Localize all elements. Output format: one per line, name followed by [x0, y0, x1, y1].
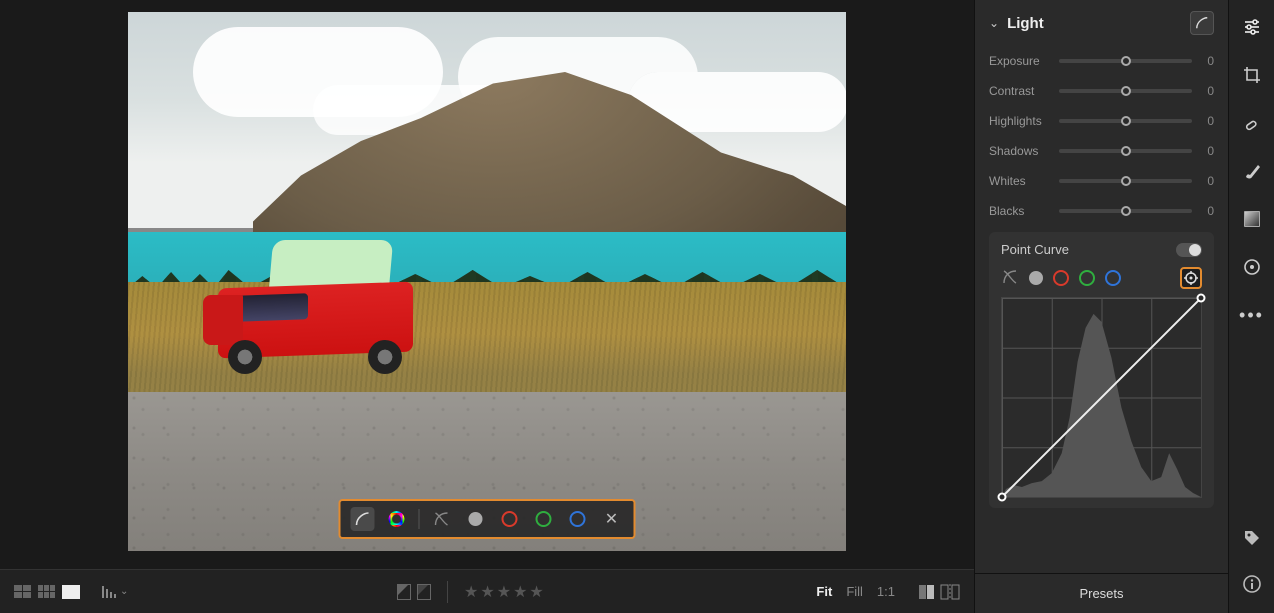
red-channel-button[interactable] — [498, 507, 522, 531]
grid-large-view-button[interactable] — [14, 585, 32, 599]
linear-gradient-icon[interactable] — [1241, 208, 1263, 230]
healing-brush-icon[interactable] — [1241, 112, 1263, 134]
hue-mode-button[interactable] — [385, 507, 409, 531]
shadows-slider-row: Shadows 0 — [989, 136, 1214, 166]
highlights-slider-row: Highlights 0 — [989, 106, 1214, 136]
footer-bar: ⌄ ★★★★★ Fit Fill 1:1 — [0, 569, 974, 613]
close-overlay-button[interactable]: ✕ — [600, 507, 624, 531]
zoom-fit-button[interactable]: Fit — [812, 582, 836, 601]
whites-slider[interactable] — [1059, 179, 1192, 183]
tone-curve-mode-button[interactable] — [351, 507, 375, 531]
green-channel-button[interactable] — [1079, 270, 1095, 286]
curve-target-overlay: ✕ — [339, 499, 636, 539]
exposure-slider[interactable] — [1059, 59, 1192, 63]
edit-sliders-icon[interactable] — [1241, 16, 1263, 38]
flag-reject-button[interactable] — [417, 584, 431, 600]
blacks-slider-row: Blacks 0 — [989, 196, 1214, 226]
photo: ✕ — [128, 12, 846, 551]
shadows-slider[interactable] — [1059, 149, 1192, 153]
brush-icon[interactable] — [1241, 160, 1263, 182]
sort-button[interactable]: ⌄ — [102, 586, 128, 598]
target-adjustment-button[interactable] — [1180, 267, 1202, 289]
zoom-fill-button[interactable]: Fill — [842, 582, 867, 601]
highlights-slider[interactable] — [1059, 119, 1192, 123]
tone-curve-toggle-button[interactable] — [1190, 11, 1214, 35]
parametric-channel-button[interactable] — [430, 507, 454, 531]
contrast-slider-row: Contrast 0 — [989, 76, 1214, 106]
zoom-1to1-button[interactable]: 1:1 — [873, 582, 899, 601]
exposure-slider-row: Exposure 0 — [989, 46, 1214, 76]
light-section-title: Light — [1007, 15, 1044, 32]
blacks-slider[interactable] — [1059, 209, 1192, 213]
blue-channel-button[interactable] — [1105, 270, 1121, 286]
more-tools-icon[interactable]: ••• — [1241, 304, 1263, 326]
before-after-button[interactable] — [919, 585, 934, 599]
whites-slider-row: Whites 0 — [989, 166, 1214, 196]
parametric-channel-button[interactable] — [1001, 268, 1019, 289]
info-icon[interactable] — [1241, 573, 1263, 595]
contrast-slider[interactable] — [1059, 89, 1192, 93]
edit-panel: ⌄ Light Exposure 0 Contrast 0 Highlights… — [974, 0, 1228, 613]
point-curve-title: Point Curve — [1001, 242, 1069, 257]
tone-curve-editor[interactable] — [1001, 297, 1202, 498]
star-rating[interactable]: ★★★★★ — [464, 582, 544, 602]
green-channel-button[interactable] — [532, 507, 556, 531]
light-section-header[interactable]: ⌄ Light — [989, 0, 1214, 46]
view-mode-group — [14, 585, 80, 599]
tag-icon[interactable] — [1241, 527, 1263, 549]
point-curve-toggle[interactable] — [1176, 243, 1202, 257]
compare-view-button[interactable] — [940, 584, 960, 600]
luminance-channel-button[interactable] — [464, 507, 488, 531]
single-view-button[interactable] — [62, 585, 80, 599]
blue-channel-button[interactable] — [566, 507, 590, 531]
tool-rail: ••• — [1228, 0, 1274, 613]
radial-gradient-icon[interactable] — [1241, 256, 1263, 278]
luminance-channel-button[interactable] — [1029, 271, 1043, 285]
grid-small-view-button[interactable] — [38, 585, 56, 599]
presets-button[interactable]: Presets — [975, 573, 1228, 613]
flag-pick-button[interactable] — [397, 584, 411, 600]
crop-icon[interactable] — [1241, 64, 1263, 86]
image-canvas[interactable]: ✕ — [0, 0, 974, 569]
red-channel-button[interactable] — [1053, 270, 1069, 286]
